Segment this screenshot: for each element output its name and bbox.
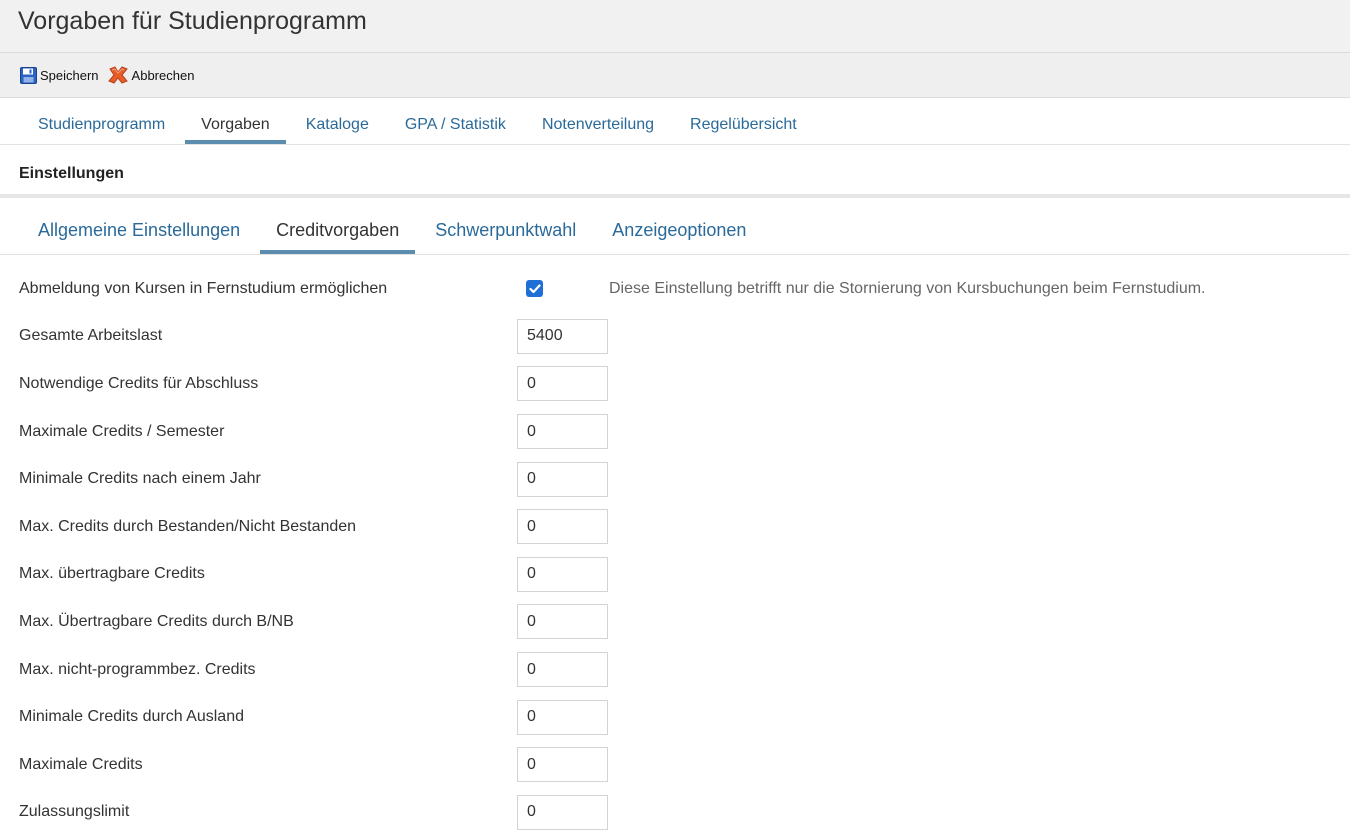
cancel-button-label: Abbrechen xyxy=(131,67,195,83)
floppy-disk-icon xyxy=(20,66,37,84)
tab-creditvorgaben[interactable]: Creditvorgaben xyxy=(260,220,416,254)
save-button[interactable]: Speichern xyxy=(18,65,101,86)
required-credits-input[interactable] xyxy=(517,366,608,402)
toolbar: Speichern Abbrechen xyxy=(0,53,1350,98)
field-label: Abmeldung von Kursen in Fernstudium ermö… xyxy=(19,279,388,297)
form-row: Max. Übertragbare Credits durch B/NB xyxy=(0,598,1350,646)
credit-settings-form: Abmeldung von Kursen in Fernstudium ermö… xyxy=(0,255,1350,836)
field-label: Gesamte Arbeitslast xyxy=(19,327,163,345)
tab-gpa-statistik[interactable]: GPA / Statistik xyxy=(389,116,522,144)
field-label: Max. Übertragbare Credits durch B/NB xyxy=(19,612,294,630)
form-row: Notwendige Credits für Abschluss xyxy=(0,360,1350,408)
title-bar: Vorgaben für Studienprogramm xyxy=(0,0,1350,53)
min-credits-year-input[interactable] xyxy=(517,461,608,497)
max-credits-pass-fail-input[interactable] xyxy=(517,509,608,545)
admission-limit-input[interactable] xyxy=(517,794,608,830)
form-row: Max. nicht-programmbez. Credits xyxy=(0,646,1350,694)
max-non-program-credits-input[interactable] xyxy=(517,652,608,688)
field-label: Zulassungslimit xyxy=(19,803,130,821)
checkmark-icon xyxy=(528,284,541,293)
form-row: Max. Credits durch Bestanden/Nicht Besta… xyxy=(0,503,1350,551)
field-label: Max. Credits durch Bestanden/Nicht Besta… xyxy=(19,517,357,535)
form-row-distance-cancel: Abmeldung von Kursen in Fernstudium ermö… xyxy=(0,265,1350,313)
main-tabs: Studienprogramm Vorgaben Kataloge GPA / … xyxy=(0,98,1350,145)
tab-studienprogramm[interactable]: Studienprogramm xyxy=(22,116,181,144)
max-credits-input[interactable] xyxy=(517,747,608,783)
distance-cancel-checkbox[interactable] xyxy=(526,280,543,298)
max-credits-semester-input[interactable] xyxy=(517,414,608,450)
form-row: Maximale Credits xyxy=(0,741,1350,789)
field-label: Maximale Credits xyxy=(19,755,143,773)
form-row: Minimale Credits durch Ausland xyxy=(0,693,1350,741)
min-abroad-credits-input[interactable] xyxy=(517,699,608,735)
total-workload-input[interactable] xyxy=(517,318,608,354)
field-label: Max. nicht-programmbez. Credits xyxy=(19,660,256,678)
tab-schwerpunktwahl[interactable]: Schwerpunktwahl xyxy=(419,220,592,254)
form-row: Gesamte Arbeitslast xyxy=(0,313,1350,361)
section-title: Einstellungen xyxy=(0,145,1350,198)
field-label: Minimale Credits durch Ausland xyxy=(19,708,244,726)
form-row: Maximale Credits / Semester xyxy=(0,408,1350,456)
form-row: Minimale Credits nach einem Jahr xyxy=(0,455,1350,503)
cross-icon xyxy=(107,65,129,85)
max-transfer-credits-input[interactable] xyxy=(517,556,608,592)
max-transfer-credits-bnb-input[interactable] xyxy=(517,604,608,640)
tab-kataloge[interactable]: Kataloge xyxy=(290,116,385,144)
field-label: Max. übertragbare Credits xyxy=(19,565,205,583)
tab-regeluebersicht[interactable]: Regelübersicht xyxy=(674,116,813,144)
field-label: Minimale Credits nach einem Jahr xyxy=(19,470,261,488)
tab-allgemeine-einstellungen[interactable]: Allgemeine Einstellungen xyxy=(22,220,256,254)
cancel-button[interactable]: Abbrechen xyxy=(105,63,197,87)
page-title: Vorgaben für Studienprogramm xyxy=(18,7,367,35)
form-row: Max. übertragbare Credits xyxy=(0,551,1350,599)
form-row: Zulassungslimit xyxy=(0,789,1350,836)
tab-anzeigeoptionen[interactable]: Anzeigeoptionen xyxy=(596,220,762,254)
field-label: Notwendige Credits für Abschluss xyxy=(19,374,259,392)
tab-notenverteilung[interactable]: Notenverteilung xyxy=(526,116,670,144)
field-label: Maximale Credits / Semester xyxy=(19,422,225,440)
tab-vorgaben[interactable]: Vorgaben xyxy=(185,116,286,144)
sub-tabs: Allgemeine Einstellungen Creditvorgaben … xyxy=(0,198,1350,255)
save-button-label: Speichern xyxy=(40,67,99,83)
distance-cancel-hint: Diese Einstellung betrifft nur die Storn… xyxy=(609,279,1206,297)
